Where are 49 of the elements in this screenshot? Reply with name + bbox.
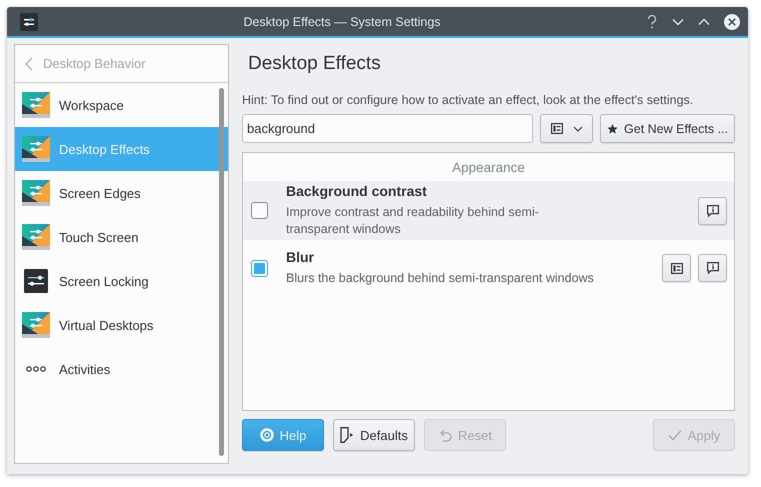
checkbox[interactable] [251,260,268,276]
caret-icon [572,126,582,132]
close-icon[interactable] [724,14,740,30]
effect-row[interactable]: Background contrast Improve contrast and readability behind semi-transparent windows [243,181,734,240]
maximize-icon[interactable] [698,18,710,26]
list-icon [670,262,682,274]
desktop-icon [22,92,50,118]
undo-icon [438,428,452,442]
effect-description: Improve contrast and readability behind semi-transparent windows [286,204,540,238]
star-icon [607,122,618,134]
list-icon [550,123,562,134]
effect-row[interactable]: Blur Blurs the background behind semi-transparent windows [243,240,734,296]
dots-icon [26,366,46,372]
checkmark-icon [668,429,682,441]
window-title: Desktop Effects — System Settings [242,14,442,28]
sidebar-item[interactable]: Virtual Desktops [15,303,228,347]
info-icon [706,262,718,274]
minimize-icon[interactable] [672,18,684,26]
back-icon [25,56,33,70]
scrollbar[interactable] [219,88,224,456]
view-dropdown[interactable] [540,114,593,143]
effect-name: Background contrast [286,183,428,199]
sidebar-item[interactable]: Touch Screen [15,215,228,259]
page-title: Desktop Effects [248,53,382,75]
defaults-button[interactable]: Defaults [333,419,415,451]
sidebar-item[interactable]: Screen Locking [15,259,228,303]
sidebar-item[interactable]: Activities [15,347,228,391]
group-header: Appearance [451,158,526,177]
help-icon[interactable] [646,14,658,28]
settings-icon[interactable] [20,12,38,30]
lifebuoy-icon [260,428,274,442]
checkbox[interactable] [251,202,268,219]
info-icon [706,204,718,216]
about-button[interactable] [698,196,727,224]
desktop-icon [22,136,50,162]
effect-name: Blur [286,249,315,265]
sidebar-item[interactable]: Workspace [15,83,228,127]
desktop-icon [22,312,50,338]
configure-button[interactable] [662,254,691,282]
sliders-icon [22,269,50,293]
search-field[interactable]: background [242,114,533,143]
desktop-icon [22,224,50,250]
sidebar-item[interactable]: Screen Edges [15,171,228,215]
about-button[interactable] [698,254,727,282]
desktop-icon [22,180,50,206]
effect-description: Blurs the background behind semi-transparent windows [286,270,595,287]
document-icon [340,427,354,443]
hint-text: Hint: To find out or configure how to activate an effect, look at the effect's settings. [242,93,694,107]
get-new-effects-button[interactable]: Get New Effects ... [600,114,735,143]
